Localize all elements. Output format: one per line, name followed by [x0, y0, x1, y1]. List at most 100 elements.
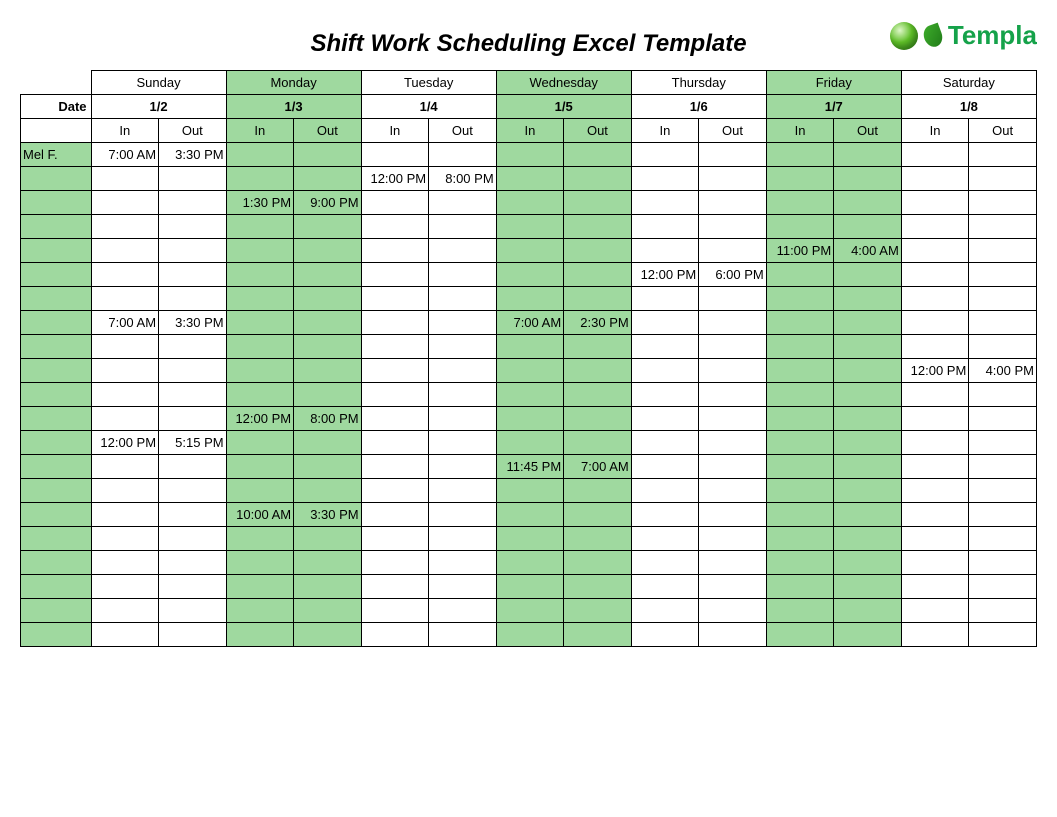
- time-cell[interactable]: [564, 407, 632, 431]
- time-cell[interactable]: [159, 191, 227, 215]
- time-cell[interactable]: [91, 599, 159, 623]
- time-cell[interactable]: 1:30 PM: [226, 191, 294, 215]
- time-cell[interactable]: [969, 503, 1037, 527]
- time-cell[interactable]: [901, 479, 969, 503]
- time-cell[interactable]: [294, 623, 362, 647]
- time-cell[interactable]: [226, 623, 294, 647]
- time-cell[interactable]: 4:00 PM: [969, 359, 1037, 383]
- time-cell[interactable]: [294, 575, 362, 599]
- time-cell[interactable]: [834, 599, 902, 623]
- time-cell[interactable]: [766, 407, 834, 431]
- time-cell[interactable]: [631, 407, 699, 431]
- time-cell[interactable]: [564, 599, 632, 623]
- time-cell[interactable]: [699, 239, 767, 263]
- time-cell[interactable]: [834, 455, 902, 479]
- time-cell[interactable]: [429, 287, 497, 311]
- time-cell[interactable]: [159, 575, 227, 599]
- time-cell[interactable]: [631, 191, 699, 215]
- time-cell[interactable]: [91, 239, 159, 263]
- time-cell[interactable]: [294, 527, 362, 551]
- time-cell[interactable]: [699, 335, 767, 359]
- time-cell[interactable]: [226, 527, 294, 551]
- employee-name-cell[interactable]: Mel F.: [21, 143, 92, 167]
- time-cell[interactable]: 7:00 AM: [564, 455, 632, 479]
- time-cell[interactable]: [564, 191, 632, 215]
- time-cell[interactable]: [699, 143, 767, 167]
- time-cell[interactable]: [766, 455, 834, 479]
- time-cell[interactable]: [834, 143, 902, 167]
- employee-name-cell[interactable]: [21, 527, 92, 551]
- employee-name-cell[interactable]: [21, 359, 92, 383]
- time-cell[interactable]: [901, 263, 969, 287]
- time-cell[interactable]: [496, 191, 564, 215]
- time-cell[interactable]: [631, 599, 699, 623]
- time-cell[interactable]: [564, 143, 632, 167]
- time-cell[interactable]: [834, 431, 902, 455]
- time-cell[interactable]: [496, 575, 564, 599]
- time-cell[interactable]: 12:00 PM: [631, 263, 699, 287]
- time-cell[interactable]: [901, 215, 969, 239]
- time-cell[interactable]: [699, 479, 767, 503]
- time-cell[interactable]: [91, 215, 159, 239]
- time-cell[interactable]: [564, 287, 632, 311]
- time-cell[interactable]: [226, 431, 294, 455]
- time-cell[interactable]: [91, 359, 159, 383]
- time-cell[interactable]: [91, 191, 159, 215]
- time-cell[interactable]: 11:45 PM: [496, 455, 564, 479]
- time-cell[interactable]: [969, 383, 1037, 407]
- time-cell[interactable]: [631, 239, 699, 263]
- time-cell[interactable]: [631, 575, 699, 599]
- time-cell[interactable]: [361, 383, 429, 407]
- time-cell[interactable]: [901, 551, 969, 575]
- time-cell[interactable]: [429, 503, 497, 527]
- time-cell[interactable]: [294, 335, 362, 359]
- time-cell[interactable]: [766, 383, 834, 407]
- time-cell[interactable]: [901, 383, 969, 407]
- time-cell[interactable]: [496, 167, 564, 191]
- time-cell[interactable]: [159, 503, 227, 527]
- time-cell[interactable]: [294, 551, 362, 575]
- time-cell[interactable]: [699, 359, 767, 383]
- time-cell[interactable]: [159, 407, 227, 431]
- time-cell[interactable]: [969, 599, 1037, 623]
- time-cell[interactable]: [834, 287, 902, 311]
- time-cell[interactable]: [699, 407, 767, 431]
- time-cell[interactable]: [631, 311, 699, 335]
- time-cell[interactable]: [969, 239, 1037, 263]
- time-cell[interactable]: [766, 551, 834, 575]
- time-cell[interactable]: [969, 575, 1037, 599]
- time-cell[interactable]: [766, 263, 834, 287]
- time-cell[interactable]: [631, 455, 699, 479]
- time-cell[interactable]: [429, 215, 497, 239]
- time-cell[interactable]: [969, 287, 1037, 311]
- time-cell[interactable]: [294, 287, 362, 311]
- time-cell[interactable]: [294, 239, 362, 263]
- time-cell[interactable]: [226, 551, 294, 575]
- time-cell[interactable]: [766, 167, 834, 191]
- time-cell[interactable]: [159, 479, 227, 503]
- time-cell[interactable]: [429, 599, 497, 623]
- time-cell[interactable]: [834, 527, 902, 551]
- time-cell[interactable]: [631, 527, 699, 551]
- time-cell[interactable]: 12:00 PM: [361, 167, 429, 191]
- time-cell[interactable]: [901, 191, 969, 215]
- time-cell[interactable]: [294, 455, 362, 479]
- time-cell[interactable]: [159, 335, 227, 359]
- time-cell[interactable]: [294, 167, 362, 191]
- employee-name-cell[interactable]: [21, 551, 92, 575]
- time-cell[interactable]: [496, 239, 564, 263]
- time-cell[interactable]: [294, 431, 362, 455]
- time-cell[interactable]: [564, 527, 632, 551]
- time-cell[interactable]: [631, 551, 699, 575]
- time-cell[interactable]: [496, 431, 564, 455]
- time-cell[interactable]: [361, 143, 429, 167]
- time-cell[interactable]: [91, 263, 159, 287]
- time-cell[interactable]: [564, 551, 632, 575]
- time-cell[interactable]: [969, 311, 1037, 335]
- time-cell[interactable]: [969, 263, 1037, 287]
- time-cell[interactable]: [969, 623, 1037, 647]
- time-cell[interactable]: [834, 191, 902, 215]
- time-cell[interactable]: [766, 623, 834, 647]
- time-cell[interactable]: [969, 455, 1037, 479]
- time-cell[interactable]: [631, 287, 699, 311]
